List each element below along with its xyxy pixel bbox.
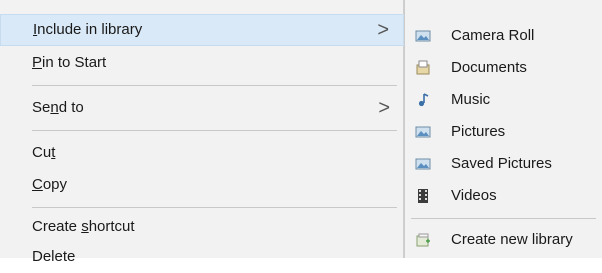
menu-item-label: Copy [32, 176, 68, 193]
new-library-icon [416, 233, 430, 247]
menu-item-cut[interactable]: Cut [0, 137, 404, 169]
submenu-item-documents[interactable]: Documents [405, 52, 602, 84]
documents-library-icon [416, 60, 430, 75]
videos-library-icon [418, 189, 428, 203]
menu-separator [32, 130, 397, 131]
menu-separator [32, 207, 397, 208]
library-submenu: Camera Roll Documents Music Pictures Sav… [404, 0, 602, 258]
submenu-item-label: Create new library [451, 231, 573, 248]
music-library-icon [418, 93, 429, 107]
submenu-item-label: Pictures [451, 123, 506, 140]
submenu-item-label: Camera Roll [451, 27, 535, 44]
submenu-item-camera-roll[interactable]: Camera Roll [405, 20, 602, 52]
submenu-item-videos[interactable]: Videos [405, 180, 602, 212]
submenu-item-label: Saved Pictures [451, 155, 552, 172]
submenu-separator [411, 218, 596, 219]
pictures-library-icon [415, 158, 431, 170]
submenu-item-saved-pictures[interactable]: Saved Pictures [405, 148, 602, 180]
chevron-right-icon: > [378, 97, 390, 119]
menu-item-create-shortcut[interactable]: Create shortcut [0, 211, 404, 243]
menu-separator [32, 85, 397, 86]
menu-item-label: Cut [32, 144, 56, 161]
menu-item-copy[interactable]: Copy [0, 169, 404, 201]
menu-item-label: Delete [32, 248, 76, 265]
context-menu: Include in library > Pin to Start Send t… [0, 0, 404, 265]
menu-item-include-in-library[interactable]: Include in library > [0, 14, 404, 46]
pictures-library-icon [415, 126, 431, 138]
menu-item-label: Create shortcut [32, 218, 135, 235]
menu-item-label: Send to [32, 99, 84, 116]
submenu-item-pictures[interactable]: Pictures [405, 116, 602, 148]
menu-item-label: Pin to Start [32, 54, 107, 71]
pictures-library-icon [415, 30, 431, 42]
submenu-item-label: Documents [451, 59, 527, 76]
submenu-item-label: Videos [451, 187, 497, 204]
menu-item-delete[interactable]: Delete [0, 241, 404, 273]
menu-item-label: Include in library [33, 21, 143, 38]
submenu-item-label: Music [451, 91, 491, 108]
submenu-item-create-new-library[interactable]: Create new library [405, 224, 602, 256]
menu-item-send-to[interactable]: Send to > [0, 92, 404, 124]
menu-item-pin-to-start[interactable]: Pin to Start [0, 47, 404, 79]
submenu-item-music[interactable]: Music [405, 84, 602, 116]
chevron-right-icon: > [377, 19, 389, 41]
